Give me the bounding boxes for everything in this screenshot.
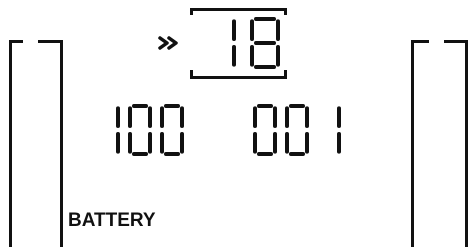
segment-b [305, 106, 309, 128]
segment-a [289, 104, 305, 108]
segment-d [132, 152, 148, 156]
digit-0 [160, 104, 184, 156]
segment-f [253, 106, 257, 128]
segment-b [276, 19, 280, 41]
right-reading [253, 104, 341, 156]
segment-b [232, 19, 236, 41]
segment-e [285, 132, 289, 154]
segment-a [164, 104, 180, 108]
segment-a [257, 104, 273, 108]
segment-a [132, 104, 148, 108]
digit-0 [253, 104, 277, 156]
segment-c [180, 132, 184, 154]
left-bracket-frame [9, 40, 63, 247]
segment-e [160, 132, 164, 154]
digit-0 [128, 104, 152, 156]
digit-1 [232, 19, 236, 67]
segment-c [232, 45, 236, 67]
segment-b [273, 106, 277, 128]
segment-c [305, 132, 309, 154]
segment-c [116, 132, 120, 154]
segment-d [257, 152, 273, 156]
double-chevron-right-icon [158, 36, 178, 50]
segment-e [253, 132, 257, 154]
segment-e [128, 132, 132, 154]
segment-c [273, 132, 277, 154]
digit-1 [337, 106, 341, 154]
segment-f [250, 19, 254, 41]
segment-a [254, 17, 276, 21]
digit-0 [285, 104, 309, 156]
segment-b [180, 106, 184, 128]
segment-f [160, 106, 164, 128]
segment-b [148, 106, 152, 128]
segment-f [128, 106, 132, 128]
digit-1 [116, 106, 120, 154]
right-bracket-frame [411, 40, 468, 247]
segment-c [148, 132, 152, 154]
segment-d [289, 152, 305, 156]
segment-b [116, 106, 120, 128]
digit-8 [250, 17, 280, 69]
segment-f [285, 106, 289, 128]
top-reading [232, 17, 280, 69]
segment-b [337, 106, 341, 128]
segment-d [254, 65, 276, 69]
segment-c [337, 132, 341, 154]
battery-label: BATTERY [68, 210, 156, 231]
segment-c [276, 45, 280, 67]
segment-e [250, 45, 254, 67]
segment-d [164, 152, 180, 156]
left-reading [116, 104, 184, 156]
segment-g [254, 41, 276, 45]
